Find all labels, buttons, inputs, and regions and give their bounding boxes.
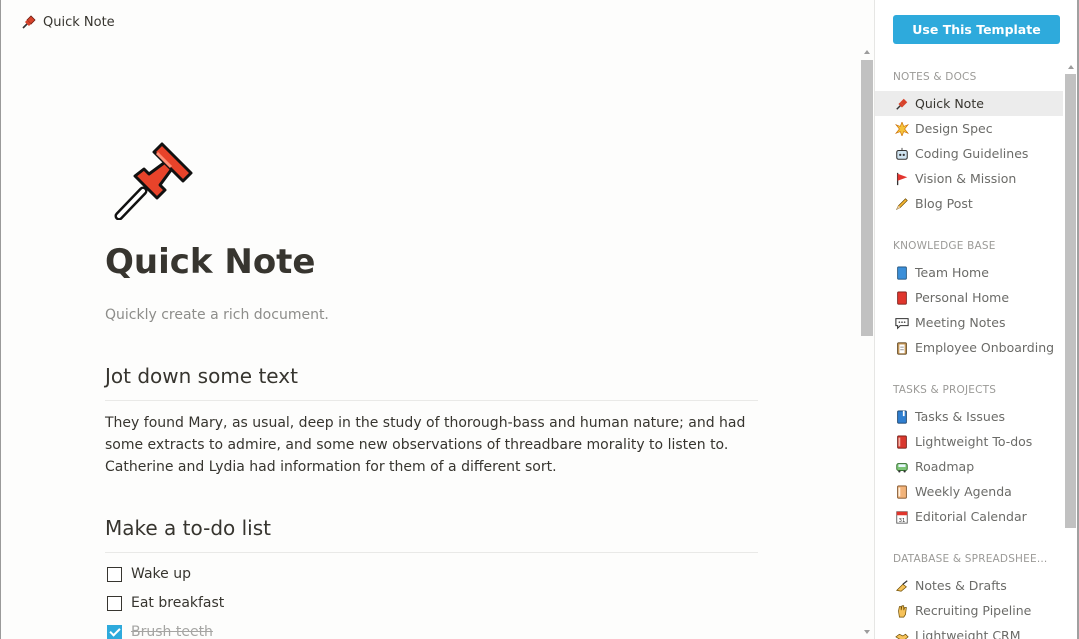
template-item-label: Employee Onboarding xyxy=(915,340,1055,355)
template-item-label: Weekly Agenda xyxy=(915,484,1012,499)
svg-text:31: 31 xyxy=(899,517,906,523)
calendar-icon: 31 xyxy=(896,510,908,523)
section-heading-todo[interactable]: Make a to-do list xyxy=(105,516,271,540)
template-item-blog-post[interactable]: Blog Post xyxy=(875,191,1063,216)
template-item-label: Lightweight CRM xyxy=(915,628,1021,639)
todo-item: Wake up xyxy=(107,566,191,582)
template-item-personal-home[interactable]: Personal Home xyxy=(875,285,1063,310)
scrollbar-thumb[interactable] xyxy=(861,60,873,336)
template-item-label: Team Home xyxy=(915,265,989,280)
handshake-icon xyxy=(895,633,909,639)
todo-label[interactable]: Wake up xyxy=(131,566,191,582)
template-item-label: Blog Post xyxy=(915,196,973,211)
template-item-label: Design Spec xyxy=(915,121,993,136)
template-item-label: Coding Guidelines xyxy=(915,146,1029,161)
red-notebook-icon xyxy=(897,434,907,449)
sidebar-scrollbar[interactable] xyxy=(1064,62,1077,639)
template-item-recruiting-pipeline[interactable]: Recruiting Pipeline xyxy=(875,598,1063,623)
preview-scrollbar[interactable] xyxy=(861,48,873,639)
template-item-editorial-calendar[interactable]: 31 Editorial Calendar xyxy=(875,504,1063,529)
writing-hand-icon xyxy=(896,579,908,592)
todo-checkbox-checked[interactable] xyxy=(107,624,122,639)
heading-divider xyxy=(105,400,758,401)
breadcrumb-label: Quick Note xyxy=(43,14,115,30)
speech-balloon-icon xyxy=(895,317,909,330)
pushpin-icon xyxy=(22,15,36,29)
template-item-coding-guidelines[interactable]: Coding Guidelines xyxy=(875,141,1063,166)
template-item-roadmap[interactable]: Roadmap xyxy=(875,454,1063,479)
template-item-label: Vision & Mission xyxy=(915,171,1017,186)
template-sidebar: Use This Template NOTES & DOCS Quick Not… xyxy=(875,0,1079,639)
template-item-weekly-agenda[interactable]: Weekly Agenda xyxy=(875,479,1063,504)
body-paragraph[interactable]: They found Mary, as usual, deep in the s… xyxy=(105,412,755,478)
burst-icon xyxy=(895,121,909,136)
scrollbar-thumb[interactable] xyxy=(1065,74,1076,528)
template-item-notes-drafts[interactable]: Notes & Drafts xyxy=(875,573,1063,598)
template-item-employee-onboarding[interactable]: Employee Onboarding xyxy=(875,335,1063,360)
scroll-up-arrow-icon[interactable] xyxy=(1068,65,1074,69)
template-item-vision-mission[interactable]: Vision & Mission xyxy=(875,166,1063,191)
template-item-label: Roadmap xyxy=(915,459,975,474)
template-preview-pane: Quick Note Quick Note Quickly create a r… xyxy=(0,0,875,639)
red-flag-icon xyxy=(896,172,908,185)
template-item-design-spec[interactable]: Design Spec xyxy=(875,116,1063,141)
scroll-down-arrow-icon[interactable] xyxy=(864,630,870,634)
template-item-lightweight-todos[interactable]: Lightweight To-dos xyxy=(875,429,1063,454)
template-item-label: Meeting Notes xyxy=(915,315,1006,330)
orange-notebook-icon xyxy=(897,484,907,499)
template-item-meeting-notes[interactable]: Meeting Notes xyxy=(875,310,1063,335)
todo-item: Brush teeth xyxy=(107,624,213,639)
pencil-icon xyxy=(895,197,908,210)
section-title: DATABASE & SPREADSHEE... xyxy=(893,553,1048,565)
blue-book-icon xyxy=(897,265,907,280)
heading-divider xyxy=(105,552,758,553)
template-item-label: Notes & Drafts xyxy=(915,578,1007,593)
robot-face-icon xyxy=(896,147,908,160)
pushpin-icon xyxy=(114,142,193,220)
todo-checkbox[interactable] xyxy=(107,595,122,611)
template-item-label: Editorial Calendar xyxy=(915,509,1027,524)
section-heading-text[interactable]: Jot down some text xyxy=(105,364,298,388)
template-item-quick-note[interactable]: Quick Note xyxy=(875,91,1063,116)
template-item-tasks-issues[interactable]: Tasks & Issues xyxy=(875,404,1063,429)
todo-label[interactable]: Brush teeth xyxy=(131,624,213,639)
clipboard-icon xyxy=(897,341,907,355)
blue-notebook-icon xyxy=(897,409,907,424)
raised-hand-icon xyxy=(898,604,907,617)
section-title: KNOWLEDGE BASE xyxy=(893,240,996,252)
page-subtitle[interactable]: Quickly create a rich document. xyxy=(105,307,329,323)
scroll-up-arrow-icon[interactable] xyxy=(864,50,870,54)
section-title: TASKS & PROJECTS xyxy=(893,384,997,396)
window-edge xyxy=(0,0,1,639)
template-item-label: Quick Note xyxy=(915,96,984,111)
template-item-label: Recruiting Pipeline xyxy=(915,603,1032,618)
template-item-label: Tasks & Issues xyxy=(915,409,1006,424)
template-item-label: Lightweight To-dos xyxy=(915,434,1033,449)
breadcrumb[interactable]: Quick Note xyxy=(21,14,115,30)
todo-item: Eat breakfast xyxy=(107,595,224,611)
template-item-lightweight-crm[interactable]: Lightweight CRM xyxy=(875,623,1063,639)
red-book-icon xyxy=(897,290,907,305)
template-item-label: Personal Home xyxy=(915,290,1010,305)
train-icon xyxy=(896,462,908,473)
todo-label[interactable]: Eat breakfast xyxy=(131,595,224,611)
todo-checkbox[interactable] xyxy=(107,566,122,582)
page-title[interactable]: Quick Note xyxy=(105,242,316,282)
use-template-button[interactable]: Use This Template xyxy=(893,15,1060,44)
pushpin-icon xyxy=(896,98,908,110)
section-title: NOTES & DOCS xyxy=(893,71,977,83)
template-item-team-home[interactable]: Team Home xyxy=(875,260,1063,285)
